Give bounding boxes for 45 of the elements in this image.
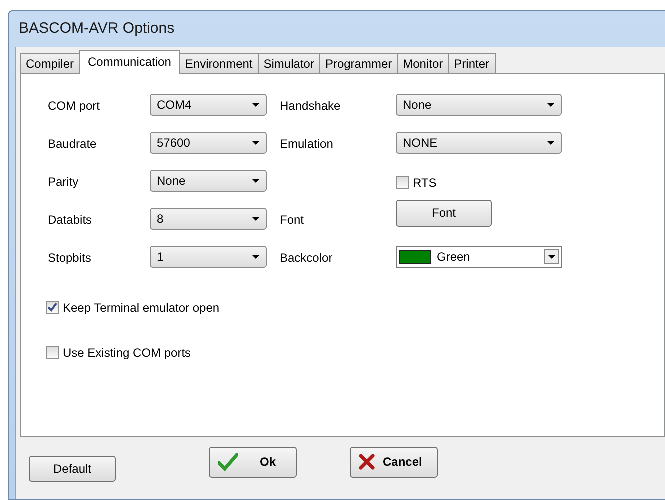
field-label: Databits <box>48 212 92 228</box>
font-button[interactable]: Font <box>396 200 492 226</box>
dropdown[interactable]: None <box>150 170 267 192</box>
field-label: Emulation <box>280 136 334 152</box>
caret-icon <box>547 140 555 144</box>
window-title: BASCOM-AVR Options <box>18 19 176 39</box>
tab[interactable]: Simulator <box>258 52 320 72</box>
cancel-button[interactable]: Cancel <box>350 446 438 478</box>
default-button[interactable]: Default <box>29 456 116 482</box>
field-label: Stopbits <box>48 250 92 266</box>
checkbox[interactable] <box>46 346 59 359</box>
tab[interactable]: Environment <box>179 52 259 72</box>
caret-icon <box>547 102 555 106</box>
tab[interactable]: Compiler <box>20 52 80 72</box>
checkbox-label: Keep Terminal emulator open <box>63 300 220 316</box>
caret-icon <box>252 140 260 144</box>
field-label: Handshake <box>280 98 341 114</box>
field-label: COM port <box>48 98 100 114</box>
checkbox[interactable] <box>46 301 59 314</box>
field-label: Parity <box>48 174 79 190</box>
checkbox[interactable] <box>396 176 409 189</box>
caret-icon <box>252 178 260 182</box>
close-icon <box>359 454 375 470</box>
tab[interactable]: Printer <box>448 52 496 72</box>
dropdown[interactable]: None <box>396 94 562 116</box>
color-dropdown[interactable]: Green <box>396 246 562 268</box>
checkbox-label: RTS <box>413 174 437 192</box>
dropdown[interactable]: NONE <box>396 132 562 154</box>
checkbox-label: Use Existing COM ports <box>63 344 192 362</box>
ok-button[interactable]: Ok <box>209 446 297 478</box>
tab[interactable]: Communication <box>79 50 180 74</box>
dropdown-button[interactable] <box>544 249 559 264</box>
dropdown[interactable]: COM4 <box>150 94 267 116</box>
dropdown[interactable]: 8 <box>150 208 267 230</box>
field-label: Font <box>280 212 304 228</box>
checkmark-icon <box>218 453 238 472</box>
field-label: Backcolor <box>280 250 333 266</box>
tab[interactable]: Monitor <box>397 52 450 72</box>
tab[interactable]: Programmer <box>319 52 398 72</box>
field-label: Baudrate <box>48 136 97 152</box>
caret-icon <box>252 216 260 220</box>
caret-icon <box>252 102 260 106</box>
dropdown[interactable]: 1 <box>150 246 267 268</box>
caret-icon <box>252 254 260 258</box>
dropdown[interactable]: 57600 <box>150 132 267 154</box>
